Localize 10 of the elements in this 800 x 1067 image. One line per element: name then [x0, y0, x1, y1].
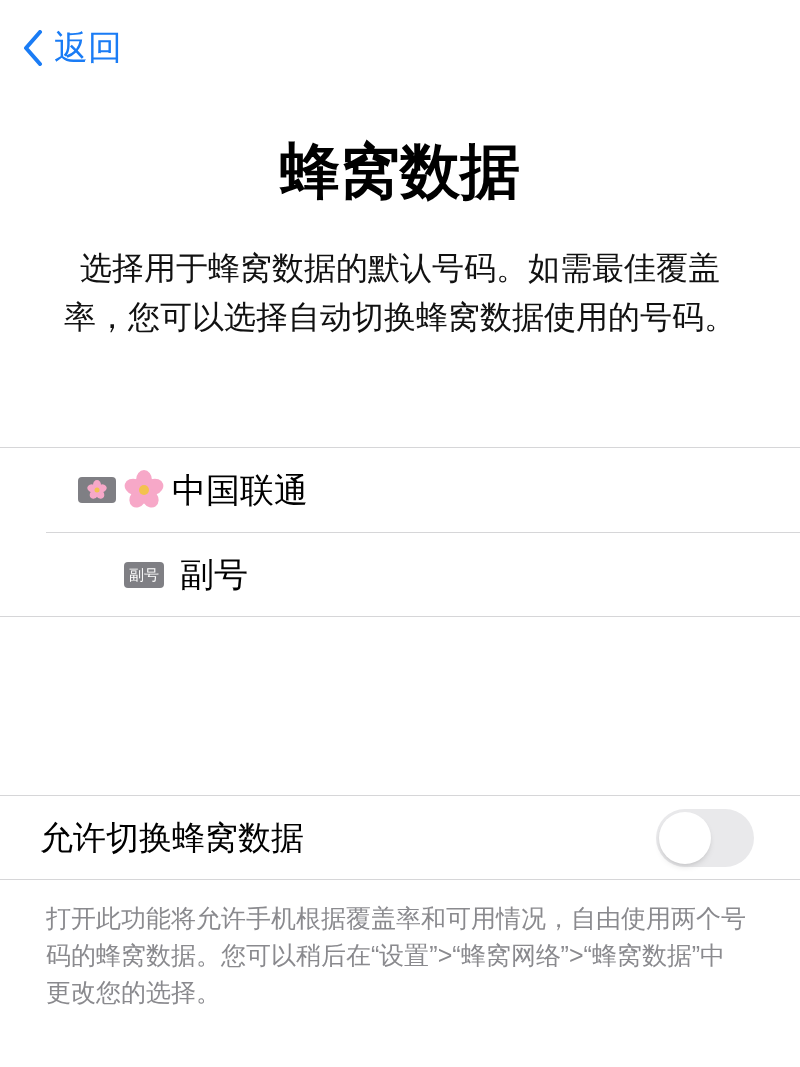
- sim-badge: [78, 477, 116, 503]
- line-name: 中国联通: [172, 469, 308, 511]
- footer-note: 打开此功能将允许手机根据覆盖率和可用情况，自由使用两个号码的蜂窝数据。您可以稍后在“设置”>“蜂窝网络”>“蜂窝数据”中更改您的选择。: [46, 903, 747, 1008]
- chevron-left-icon: [22, 29, 44, 66]
- description-text: 选择用于蜂窝数据的默认号码。如需最佳覆盖率，您可以选择自动切换蜂窝数据使用的号码。: [63, 249, 737, 337]
- line-name: 副号: [180, 554, 248, 595]
- setting-label: 允许切换蜂窝数据: [40, 817, 304, 858]
- sim-badge: 副号: [124, 561, 164, 588]
- back-button[interactable]: 返回: [22, 22, 122, 73]
- flower-icon: [124, 470, 164, 510]
